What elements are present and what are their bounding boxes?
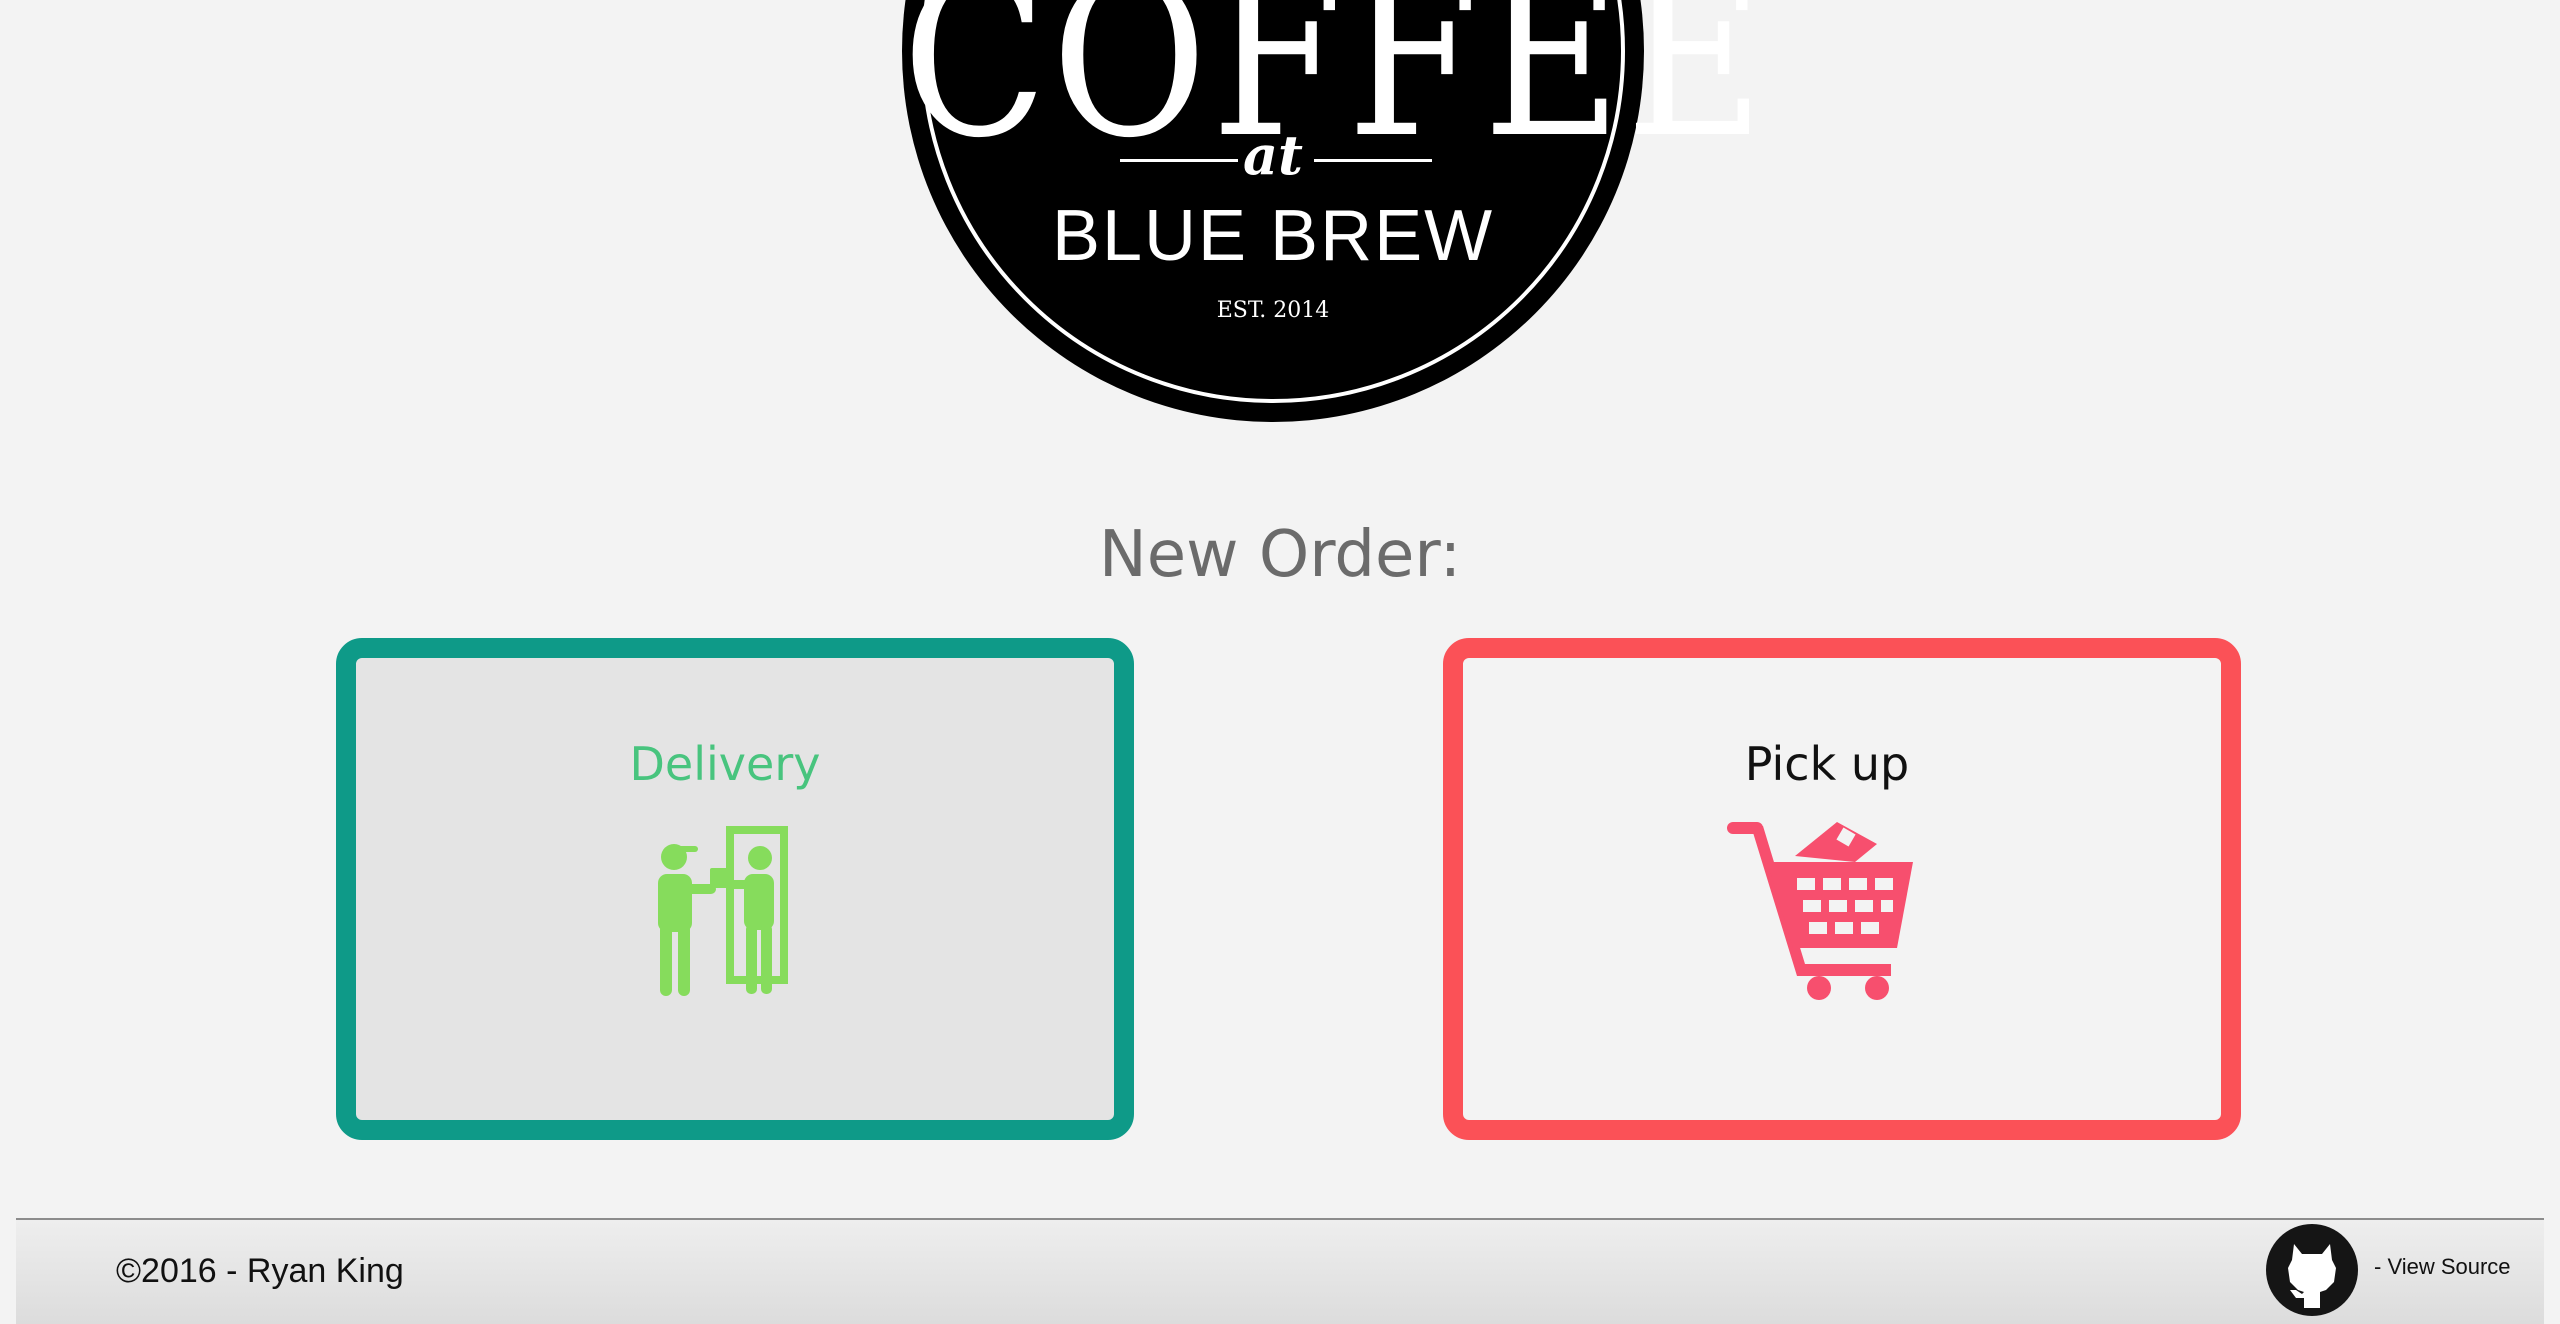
pickup-option-card[interactable]: Pick up bbox=[1443, 638, 2241, 1140]
pickup-label: Pick up bbox=[1744, 737, 1910, 791]
new-order-heading: New Order: bbox=[1098, 518, 1462, 592]
blue-brew-logo: COFFEE at BLUE BREW EST. 2014 bbox=[902, 0, 1764, 422]
copyright-text: ©2016 - Ryan King bbox=[116, 1252, 404, 1290]
github-octocat-glyph bbox=[2288, 1244, 2336, 1308]
delivery-label: Delivery bbox=[629, 737, 821, 791]
logo-at-text: at bbox=[1243, 123, 1303, 187]
logo-established-text: EST. 2014 bbox=[1216, 298, 1330, 323]
logo-brand-text: BLUE BREW bbox=[1051, 196, 1495, 276]
github-icon[interactable] bbox=[2266, 1224, 2358, 1316]
delivery-option-card[interactable]: Delivery bbox=[336, 638, 1134, 1140]
page-footer: ©2016 - Ryan King - View Source bbox=[16, 1218, 2544, 1324]
shopping-cart-icon bbox=[1727, 822, 1913, 1000]
delivery-person-icon bbox=[658, 826, 788, 996]
logo-rule-right bbox=[1314, 159, 1432, 162]
view-source-link[interactable]: - View Source bbox=[2374, 1254, 2511, 1280]
